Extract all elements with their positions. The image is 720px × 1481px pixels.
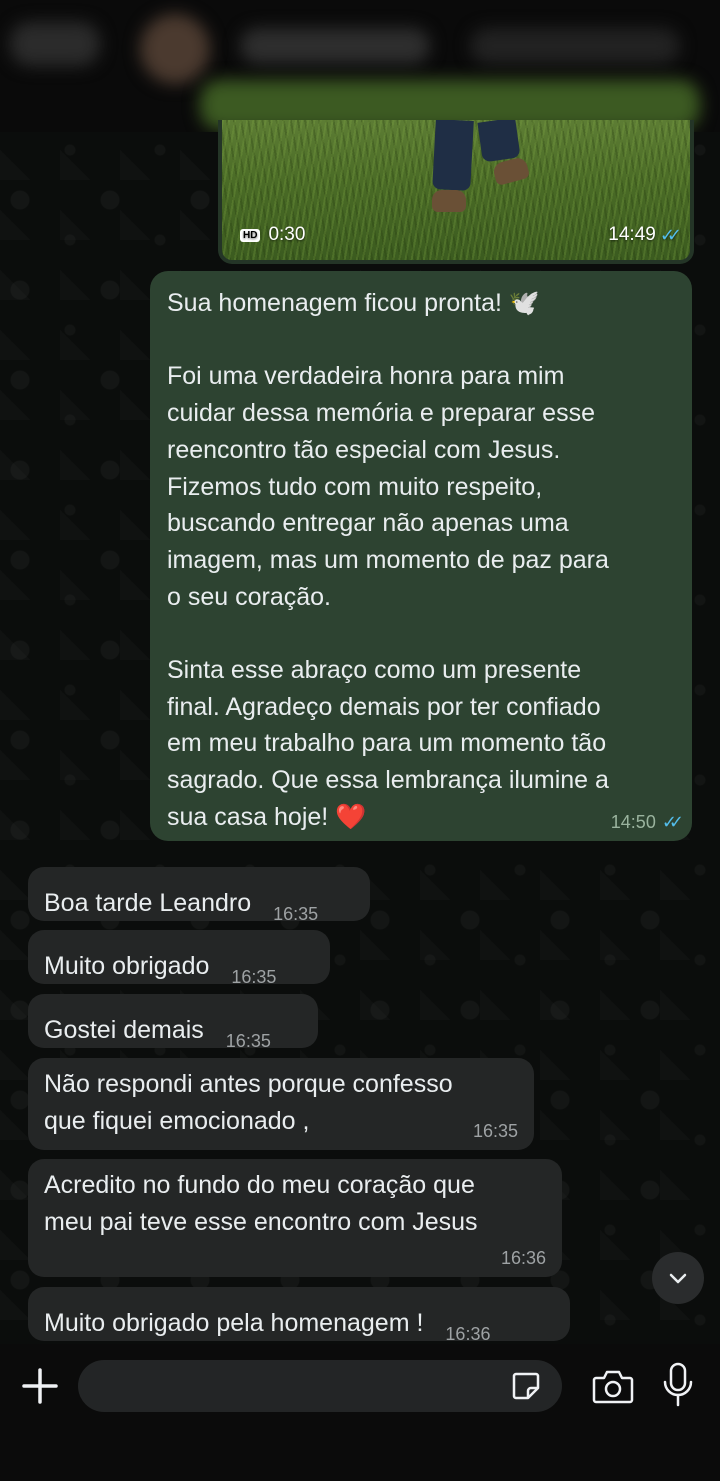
- sticker-icon[interactable]: [510, 1370, 542, 1402]
- message-text: Gostei demais: [44, 1015, 204, 1044]
- message-time: 14:50: [610, 812, 656, 832]
- chat-header-blurred: [0, 0, 720, 132]
- message-meta: 14:50 ✓✓: [610, 812, 684, 833]
- read-ticks-icon: ✓✓: [661, 812, 684, 832]
- message-text: Boa tarde Leandro: [44, 888, 252, 917]
- message-input[interactable]: [78, 1360, 562, 1412]
- message-text: Acredito no fundo do meu coração que meu…: [44, 1171, 478, 1236]
- message-text: Não respondi antes porque confesso que f…: [44, 1070, 453, 1135]
- received-message-bubble[interactable]: Muito obrigado 16:35: [28, 930, 330, 987]
- sent-message-bubble[interactable]: Sua homenagem ficou pronta! 🕊️ Foi uma v…: [150, 271, 692, 841]
- message-meta: 14:49 ✓✓: [608, 224, 682, 246]
- received-message-bubble[interactable]: Boa tarde Leandro 16:35: [28, 867, 370, 924]
- read-ticks-icon: ✓✓: [659, 224, 682, 245]
- message-text: Muito obrigado: [44, 951, 210, 980]
- received-message-bubble[interactable]: Não respondi antes porque confesso que f…: [28, 1058, 534, 1150]
- received-message-bubble[interactable]: Gostei demais 16:35: [28, 994, 318, 1051]
- chevron-down-icon: [669, 1273, 687, 1284]
- video-duration: HD 0:30: [240, 224, 305, 246]
- message-time: 14:49: [608, 224, 656, 245]
- hd-badge: HD: [240, 228, 261, 242]
- microphone-icon[interactable]: [662, 1362, 694, 1408]
- message-time: 16:35: [225, 1031, 271, 1051]
- message-time: 16:35: [472, 1121, 518, 1141]
- message-text: Muito obrigado pela homenagem !: [44, 1308, 424, 1337]
- camera-icon[interactable]: [592, 1368, 634, 1404]
- scroll-to-bottom-button[interactable]: [652, 1252, 704, 1304]
- message-text: Sua homenagem ficou pronta! 🕊️ Foi uma v…: [167, 289, 609, 831]
- plus-icon[interactable]: [20, 1366, 60, 1406]
- message-time: 16:35: [273, 904, 319, 924]
- video-message[interactable]: HD 0:30 14:49 ✓✓: [218, 120, 694, 264]
- received-message-bubble[interactable]: Muito obrigado pela homenagem ! 16:36: [28, 1287, 570, 1344]
- message-time: 16:35: [231, 967, 277, 987]
- message-time: 16:36: [500, 1248, 546, 1268]
- message-time: 16:36: [445, 1324, 491, 1344]
- video-duration-text: 0:30: [268, 224, 306, 245]
- received-message-bubble[interactable]: Acredito no fundo do meu coração que meu…: [28, 1159, 562, 1277]
- message-input-bar: [0, 1344, 720, 1481]
